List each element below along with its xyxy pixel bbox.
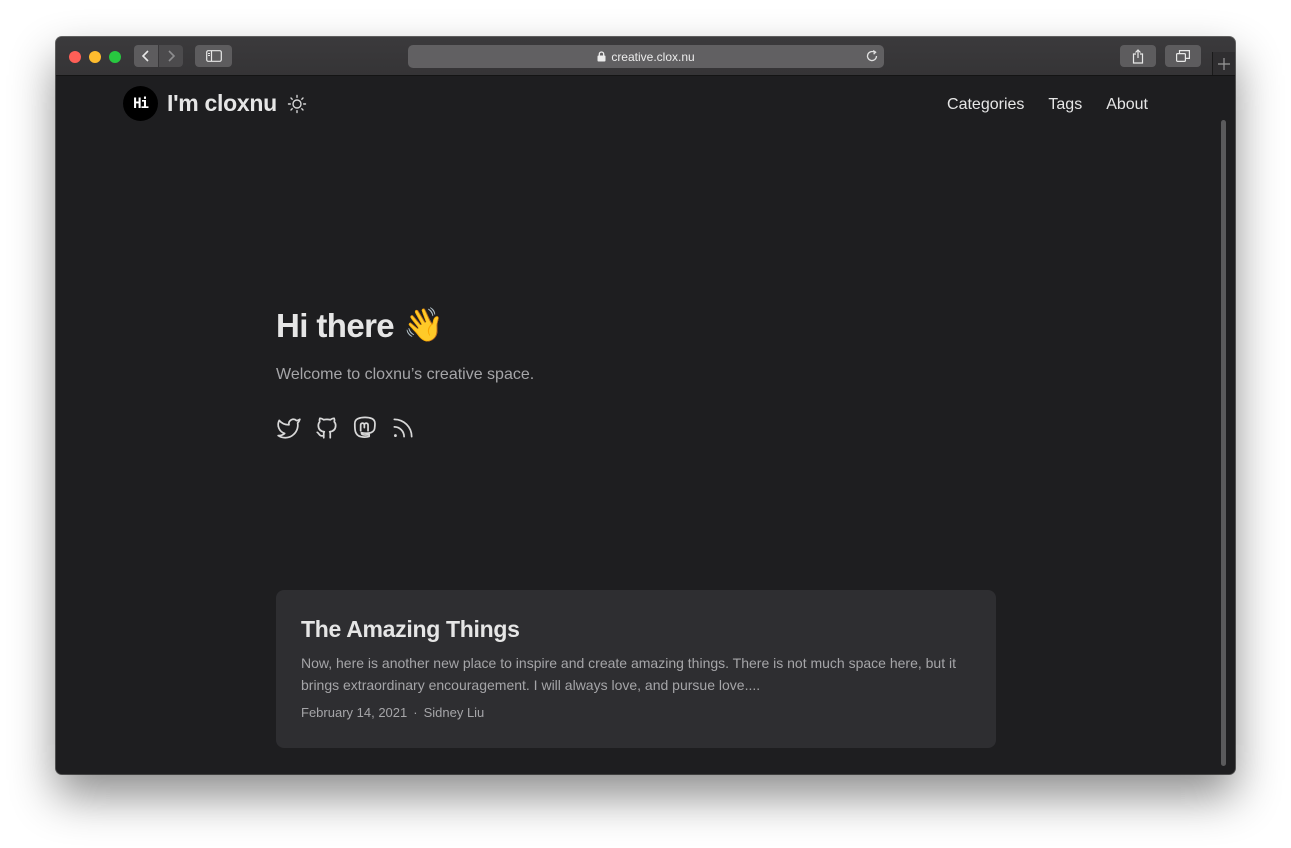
zoom-window-button[interactable] (109, 51, 121, 63)
nav-about[interactable]: About (1106, 96, 1148, 114)
nav-tags[interactable]: Tags (1048, 96, 1082, 114)
scrollbar[interactable] (1221, 120, 1226, 766)
mastodon-icon (353, 416, 376, 438)
chevron-left-icon (141, 50, 149, 62)
waving-hand-icon: 👋 (403, 306, 444, 343)
address-bar[interactable]: creative.clox.nu (408, 45, 884, 68)
chevron-right-icon (168, 50, 176, 62)
post-excerpt: Now, here is another new place to inspir… (301, 655, 956, 693)
mastodon-link[interactable] (352, 415, 378, 441)
post-date: February 14, 2021 (301, 705, 408, 720)
rss-link[interactable] (390, 415, 416, 441)
theme-toggle-button[interactable] (287, 94, 307, 114)
post-meta: February 14, 2021 · Sidney Liu (301, 705, 484, 720)
new-tab-button[interactable] (1212, 52, 1235, 75)
sidebar-icon (205, 50, 222, 62)
nav-categories[interactable]: Categories (947, 96, 1024, 114)
url-text: creative.clox.nu (611, 49, 695, 64)
github-link[interactable] (314, 415, 340, 441)
close-window-button[interactable] (69, 51, 81, 63)
tabs-icon (1176, 50, 1190, 62)
twitter-icon (277, 418, 301, 439)
hero-subtitle: Welcome to cloxnu’s creative space. (276, 366, 535, 383)
site-logo[interactable]: Hi (123, 86, 158, 121)
sidebar-toggle-button[interactable] (195, 45, 232, 67)
hero-title: Hi there 👋 (276, 306, 444, 345)
meta-separator: · (413, 705, 418, 720)
site-name[interactable]: I'm cloxnu (167, 90, 277, 117)
reload-icon[interactable] (865, 49, 879, 63)
browser-window: creative.clox.nu Hi I'm cloxnu Categorie… (56, 37, 1235, 774)
share-button[interactable] (1120, 45, 1156, 67)
hero-title-text: Hi there (276, 306, 395, 344)
site-brand[interactable]: Hi I'm cloxnu (123, 86, 307, 121)
page-content: Hi I'm cloxnu Categories Tags About Hi t… (56, 76, 1235, 774)
forward-button[interactable] (159, 45, 183, 67)
rss-icon (393, 418, 413, 438)
tab-overview-button[interactable] (1165, 45, 1201, 67)
github-icon (316, 417, 337, 439)
sun-icon (287, 94, 307, 113)
plus-icon (1218, 57, 1230, 70)
post-card[interactable]: The Amazing Things Now, here is another … (276, 590, 996, 748)
back-button[interactable] (134, 45, 158, 67)
post-author: Sidney Liu (423, 705, 485, 720)
share-icon (1132, 48, 1144, 64)
main-nav: Categories Tags About (923, 96, 1148, 114)
lock-icon (597, 51, 606, 62)
minimize-window-button[interactable] (89, 51, 101, 63)
post-title[interactable]: The Amazing Things (301, 616, 520, 643)
twitter-link[interactable] (276, 415, 302, 441)
social-links (276, 415, 428, 441)
browser-titlebar: creative.clox.nu (56, 37, 1235, 76)
